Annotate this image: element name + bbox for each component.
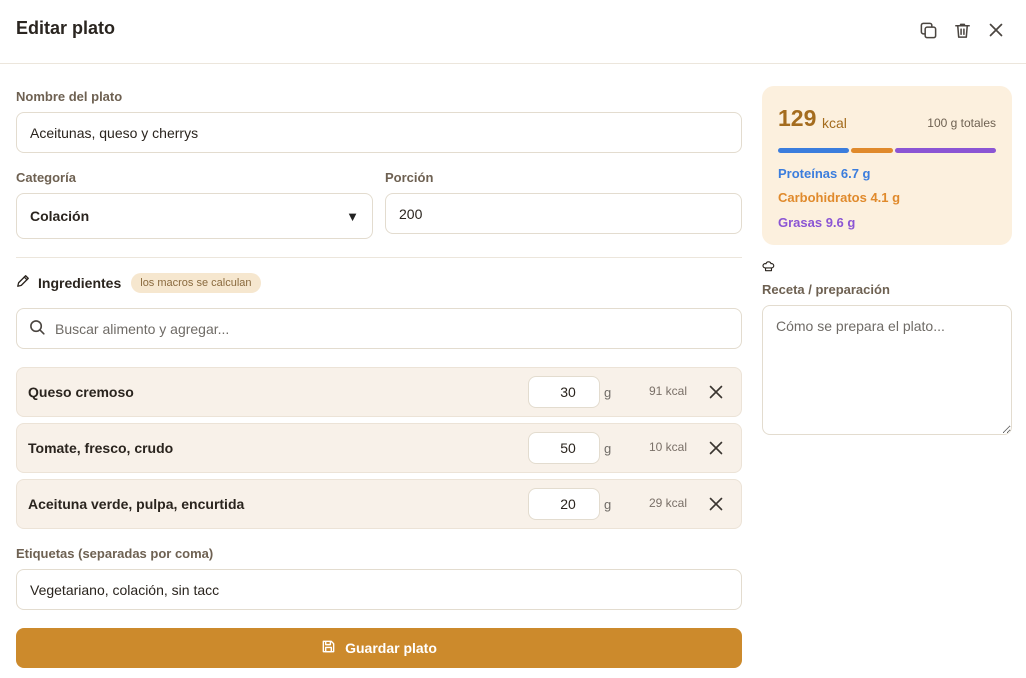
modal-header: Editar plato [0, 0, 1026, 64]
macros-info-chip: los macros se calculan [131, 273, 261, 293]
dish-name-label: Nombre del plato [16, 89, 123, 104]
remove-ingredient-close-icon[interactable] [707, 383, 725, 401]
total-kcal: 129 [778, 105, 817, 131]
save-label: Guardar plato [345, 640, 437, 656]
ingredient-row: Tomate, fresco, crudo 50 g 10 kcal [16, 423, 742, 473]
chef-hat-icon [762, 260, 775, 278]
ingredient-qty-input[interactable]: 20 [528, 488, 600, 520]
chevron-down-icon: ▼ [346, 208, 359, 224]
recipe-textarea[interactable] [762, 305, 1012, 435]
search-icon [29, 319, 46, 339]
ingredient-row: Aceituna verde, pulpa, encurtida 20 g 29… [16, 479, 742, 529]
ingredient-name: Aceituna verde, pulpa, encurtida [28, 496, 245, 512]
ingredient-unit: g [604, 441, 612, 456]
carbs-value: Carbohidratos 4.1 g [778, 190, 901, 205]
ingredient-row: Queso cremoso 30 g 91 kcal [16, 367, 742, 417]
protein-segment [778, 148, 849, 153]
portion-input[interactable]: 200 [385, 193, 742, 234]
tags-label: Etiquetas (separadas por coma) [16, 546, 214, 561]
macro-summary-card: 129 kcal 100 g totales Proteínas 6.7 g C… [762, 86, 1012, 245]
tags-input[interactable]: Vegetariano, colación, sin tacc [16, 569, 742, 610]
kcal-unit: kcal [822, 115, 847, 131]
ingredient-kcal: 10 kcal [649, 440, 688, 454]
save-button[interactable]: Guardar plato [16, 628, 742, 668]
trash-icon[interactable] [951, 19, 973, 41]
close-icon[interactable] [985, 19, 1007, 41]
protein-value: Proteínas 6.7 g [778, 166, 871, 181]
ingredient-qty-input[interactable]: 50 [528, 432, 600, 464]
portion-label: Porción [385, 170, 434, 185]
ingredient-unit: g [604, 497, 612, 512]
ingredient-qty-input[interactable]: 30 [528, 376, 600, 408]
ingredient-kcal: 29 kcal [649, 496, 688, 510]
ingredient-name: Queso cremoso [28, 384, 134, 400]
category-label: Categoría [16, 170, 76, 185]
modal-title: Editar plato [16, 18, 116, 38]
ingredients-header: Ingredientes los macros se calculan [16, 273, 261, 293]
carbs-segment [850, 148, 894, 153]
search-placeholder: Buscar alimento y agregar... [55, 320, 230, 337]
fat-value: Grasas 9.6 g [778, 215, 856, 230]
category-value: Colación [30, 208, 90, 224]
category-select[interactable]: Colación ▼ [16, 193, 373, 239]
remove-ingredient-close-icon[interactable] [707, 495, 725, 513]
ingredient-kcal: 91 kcal [649, 384, 688, 398]
ingredient-unit: g [604, 385, 612, 400]
remove-ingredient-close-icon[interactable] [707, 439, 725, 457]
ingredient-name: Tomate, fresco, crudo [28, 440, 174, 456]
pencil-icon [16, 274, 30, 293]
fat-segment [895, 148, 996, 153]
total-weight: 100 g totales [927, 116, 996, 130]
ingredients-title: Ingredientes [38, 275, 122, 291]
macro-bar [778, 148, 996, 153]
floppy-disk-icon [321, 639, 336, 657]
divider [16, 257, 742, 258]
duplicate-icon[interactable] [917, 19, 939, 41]
dish-name-input[interactable]: Aceitunas, queso y cherrys [16, 112, 742, 153]
recipe-label: Receta / preparación [762, 282, 890, 297]
ingredient-search-input[interactable]: Buscar alimento y agregar... [16, 308, 742, 349]
